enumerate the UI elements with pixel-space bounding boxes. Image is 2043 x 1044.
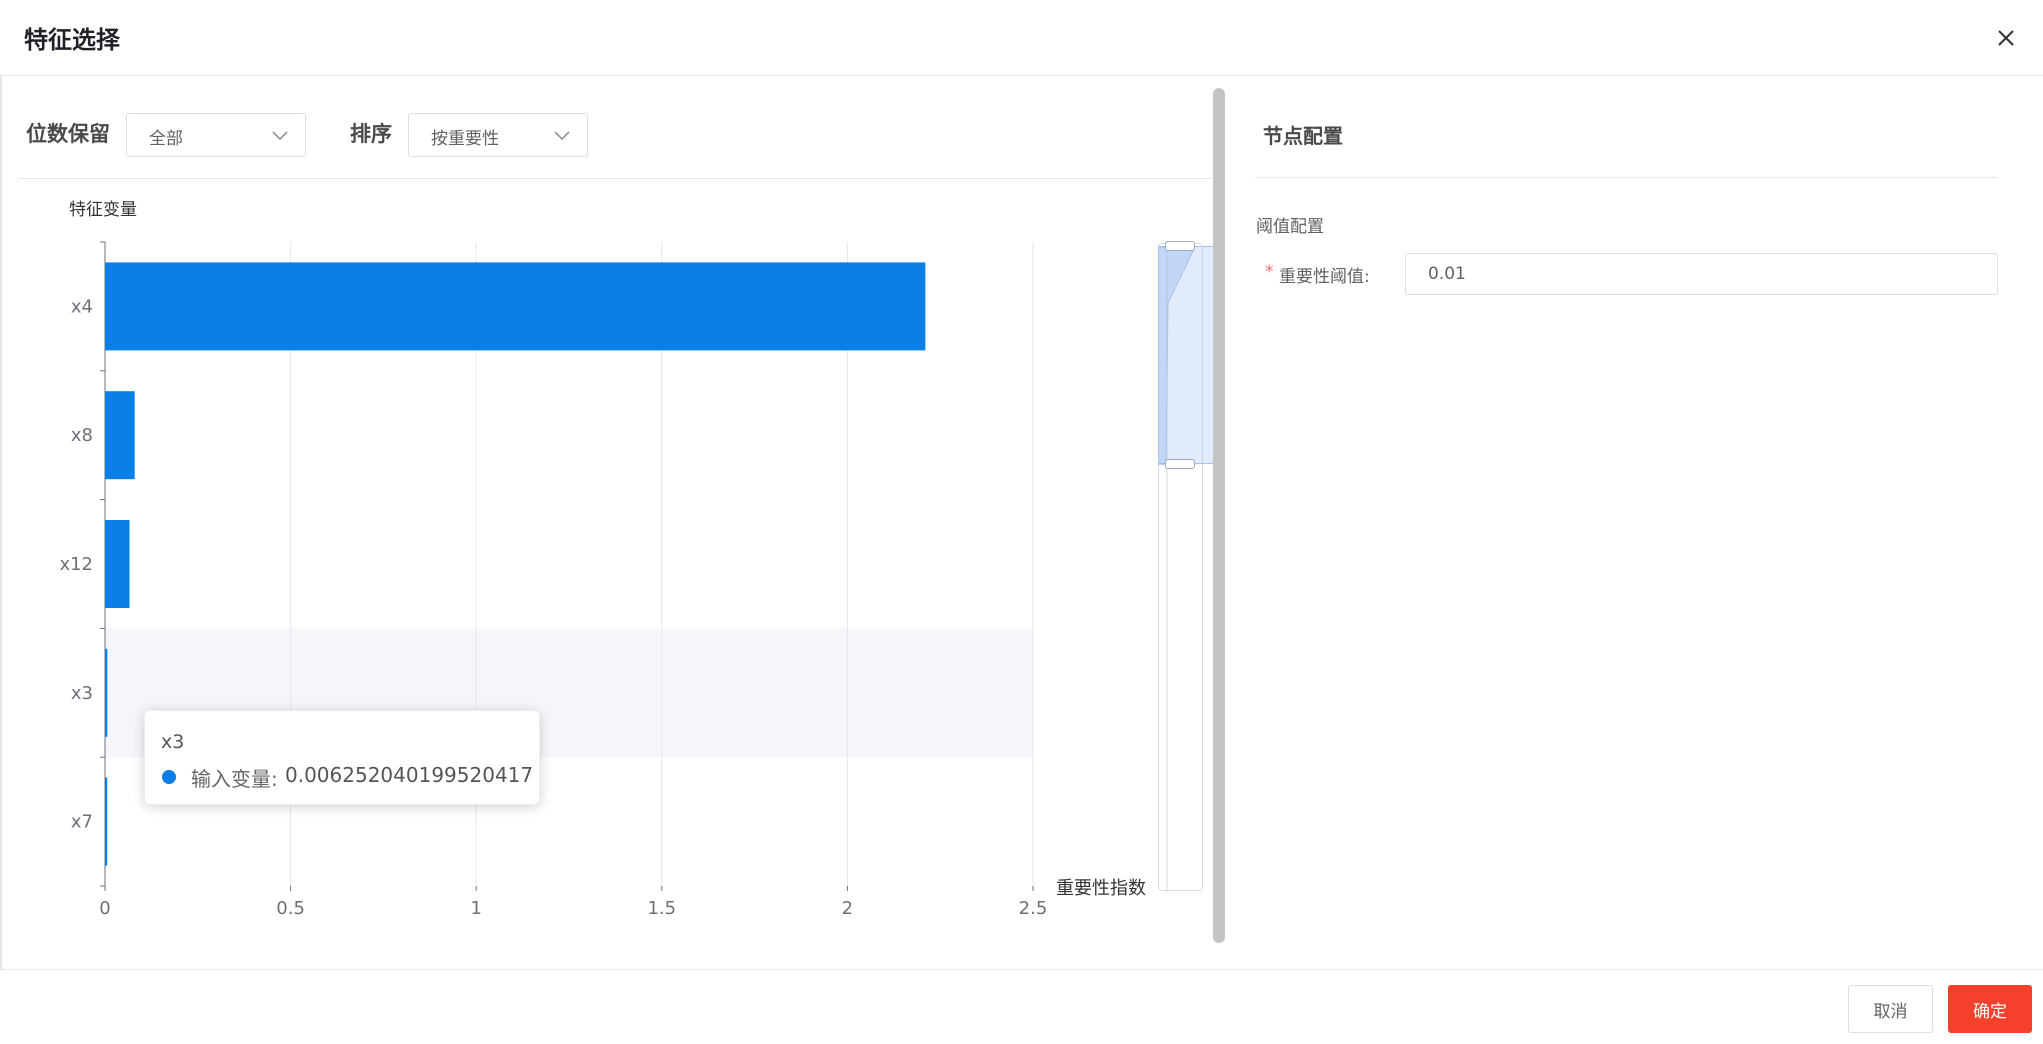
y-tick-label: x4 [71,296,93,317]
right-panel-divider [1255,177,1998,178]
x-tick-label: 2.5 [1019,898,1048,919]
zoom-range-shape-icon [1158,247,1196,465]
x-tick-label: 0 [99,898,110,919]
panel-scrollbar[interactable] [1213,88,1225,943]
y-tick-label: x8 [71,425,93,446]
bar-x8[interactable] [105,391,135,480]
tooltip-value: 0.006252040199520417 [285,763,534,787]
x-tick-label: 0.5 [276,898,305,919]
y-tick-label: x3 [71,683,93,704]
cancel-button[interactable]: 取消 [1848,985,1933,1033]
x-tick-label: 1.5 [647,898,676,919]
feature-selection-dialog: 特征选择 位数保留 全部 排序 按重要性 0 0.5 1 1.5 2 2.5 x4 x8 x12… [0,0,2043,1044]
footer-divider [0,969,2043,970]
x-tick-label: 2 [842,898,853,919]
chart-tooltip: x3 输入变量: 0.006252040199520417 [144,710,540,805]
close-icon[interactable] [1990,22,2022,54]
y-tick-label: x7 [71,812,93,833]
required-marker: * [1265,262,1274,282]
zoom-handle-top[interactable] [1165,241,1195,251]
bar-x7[interactable] [105,777,108,866]
tooltip-series-marker [162,770,176,784]
node-config-title: 节点配置 [1263,124,1343,148]
importance-threshold-label: 重要性阈值: [1279,267,1370,287]
threshold-section-label: 阈值配置 [1256,217,1324,237]
zoom-handle-bottom[interactable] [1165,459,1195,469]
tooltip-title: x3 [161,731,185,753]
importance-threshold-input[interactable] [1405,253,1998,295]
zoom-selected-range[interactable] [1158,246,1213,465]
confirm-button[interactable]: 确定 [1948,985,2032,1033]
x-tick-label: 1 [470,898,481,919]
bar-x12[interactable] [105,520,130,608]
bar-x4[interactable] [105,262,926,351]
bar-x3[interactable] [105,648,108,737]
x-axis-title: 重要性指数 [1056,878,1146,899]
y-axis-title: 特征变量 [69,200,137,220]
tooltip-series-name: 输入变量: [191,767,278,791]
y-tick-label: x12 [59,554,93,575]
